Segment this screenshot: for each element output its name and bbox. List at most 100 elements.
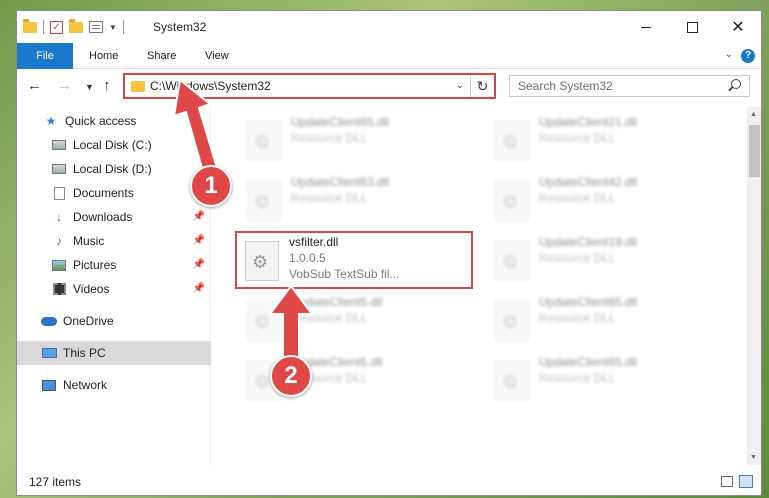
- toolbar-divider: [122, 20, 124, 34]
- explorer-window: ✓ ▼ System32 ✕ File Home Share View ⌄ ? …: [16, 10, 762, 496]
- file-description: VobSub TextSub fil...: [289, 267, 400, 281]
- sidebar-item-label: OneDrive: [63, 314, 114, 328]
- file-version: 1.0.0.5: [289, 251, 326, 265]
- minimize-button[interactable]: [623, 11, 669, 43]
- file-type: Resource DLL: [539, 371, 616, 385]
- up-arrow-icon[interactable]: ↑: [103, 77, 111, 94]
- drive-icon: [52, 140, 66, 150]
- refresh-icon[interactable]: ↻: [470, 75, 494, 97]
- dll-file-icon: [495, 241, 529, 281]
- onedrive-icon: [41, 316, 57, 326]
- sidebar-item-music[interactable]: ♪ Music 📌: [17, 229, 211, 253]
- sidebar-item-label: Local Disk (D:): [73, 162, 152, 176]
- file-type: Resource DLL: [539, 251, 616, 265]
- file-name: vsfilter.dll: [289, 235, 339, 249]
- sidebar-item-this-pc[interactable]: This PC: [17, 341, 211, 365]
- dll-file-icon: [247, 121, 281, 161]
- file-name: UpdateClient63.dll: [291, 175, 390, 189]
- file-type: Resource DLL: [539, 311, 616, 325]
- sidebar-item-videos[interactable]: Videos 📌: [17, 277, 211, 301]
- file-name: UpdateClient65.dll: [539, 355, 638, 369]
- this-pc-icon: [41, 348, 57, 358]
- music-icon: ♪: [56, 234, 62, 248]
- dll-file-icon: [247, 181, 281, 221]
- file-name: UpdateClient42.dll: [539, 175, 638, 189]
- tab-view[interactable]: View: [195, 43, 239, 69]
- sidebar-item-label: Documents: [73, 186, 134, 200]
- folder-icon: [23, 18, 37, 33]
- file-type: Resource DLL: [539, 191, 616, 205]
- downloads-icon: ↓: [56, 210, 62, 224]
- sidebar-item-label: Videos: [73, 282, 110, 296]
- new-folder-icon[interactable]: [69, 18, 83, 33]
- vertical-scrollbar[interactable]: ▲ ▼: [747, 107, 761, 465]
- scroll-down-arrow-icon[interactable]: ▼: [750, 454, 757, 461]
- dll-file-icon: [495, 361, 529, 401]
- address-dropdown-chevron-icon[interactable]: ⌄: [456, 80, 464, 91]
- videos-icon: [52, 283, 66, 295]
- dll-file-icon: [245, 241, 279, 281]
- star-icon: ★: [45, 114, 57, 128]
- dll-file-icon: [495, 301, 529, 341]
- toolbar-divider: [43, 20, 44, 34]
- sidebar-item-label: Local Disk (C:): [73, 138, 152, 152]
- scroll-up-arrow-icon[interactable]: ▲: [750, 111, 757, 118]
- status-bar: 127 items: [17, 466, 761, 495]
- step-1-badge: 1: [190, 165, 232, 207]
- pictures-icon: [52, 259, 66, 271]
- sidebar-item-network[interactable]: Network: [17, 373, 211, 397]
- step-2-badge: 2: [270, 355, 312, 397]
- expand-ribbon-chevron-icon[interactable]: ⌄: [725, 49, 733, 60]
- file-name: UpdateClient19.dll: [539, 235, 638, 249]
- file-item[interactable]: UpdateClient19.dll Resource DLL: [487, 233, 725, 285]
- pin-icon[interactable]: 📌: [193, 211, 205, 222]
- sidebar-item-downloads[interactable]: ↓ Downloads 📌: [17, 205, 211, 229]
- quick-access-toolbar: ✓ ▼: [23, 18, 124, 36]
- details-view-icon[interactable]: [721, 476, 733, 487]
- file-item[interactable]: UpdateClient65.dll Resource DLL: [487, 353, 725, 405]
- file-item-vsfilter[interactable]: vsfilter.dll 1.0.0.5 VobSub TextSub fil.…: [235, 231, 473, 289]
- ribbon-tabs: File Home Share View ⌄ ?: [17, 43, 761, 69]
- file-type: Resource DLL: [291, 191, 368, 205]
- search-input[interactable]: Search System32: [518, 79, 613, 93]
- network-icon: [42, 379, 56, 391]
- folder-icon: [131, 81, 145, 92]
- pin-icon[interactable]: 📌: [193, 283, 205, 294]
- dll-file-icon: [495, 121, 529, 161]
- file-item[interactable]: UpdateClient21.dll Resource DLL: [487, 113, 725, 165]
- forward-arrow-icon[interactable]: →: [57, 77, 72, 94]
- file-name: UpdateClient65.dll: [291, 115, 390, 129]
- properties-icon[interactable]: [89, 21, 103, 33]
- sidebar-item-label: Downloads: [73, 210, 133, 224]
- sidebar-item-pictures[interactable]: Pictures 📌: [17, 253, 211, 277]
- dll-file-icon: [495, 181, 529, 221]
- search-box[interactable]: Search System32: [509, 75, 750, 97]
- file-name: UpdateClient65.dll: [539, 295, 638, 309]
- file-item[interactable]: UpdateClient65.dll Resource DLL: [487, 293, 725, 345]
- search-icon[interactable]: [731, 79, 741, 89]
- title-bar: ✓ ▼ System32 ✕: [17, 11, 761, 43]
- properties-check-icon[interactable]: ✓: [50, 20, 63, 34]
- close-button[interactable]: ✕: [715, 11, 761, 43]
- file-type: Resource DLL: [539, 131, 616, 145]
- navigation-bar: ← → ▼ ↑ C:\Windows\System32 ⌄ ↻ Search S…: [17, 69, 761, 103]
- recent-locations-chevron-icon[interactable]: ▼: [85, 82, 94, 92]
- file-item[interactable]: UpdateClient42.dll Resource DLL: [487, 173, 725, 225]
- sidebar-item-onedrive[interactable]: OneDrive: [17, 309, 211, 333]
- maximize-button[interactable]: [669, 11, 715, 43]
- scrollbar-thumb[interactable]: [749, 125, 760, 177]
- file-item[interactable]: UpdateClient65.dll Resource DLL: [239, 113, 477, 165]
- help-icon[interactable]: ?: [741, 49, 755, 63]
- tab-home[interactable]: Home: [79, 43, 128, 69]
- customize-toolbar-chevron-icon[interactable]: ▼: [109, 23, 117, 32]
- tab-share[interactable]: Share: [137, 43, 186, 69]
- file-type: Resource DLL: [291, 131, 368, 145]
- back-arrow-icon[interactable]: ←: [27, 77, 42, 94]
- pin-icon[interactable]: 📌: [193, 259, 205, 270]
- tiles-view-icon[interactable]: [739, 475, 753, 488]
- sidebar-item-label: Pictures: [73, 258, 117, 272]
- tab-file[interactable]: File: [17, 43, 73, 69]
- sidebar-item-label: Quick access: [65, 114, 137, 128]
- file-item[interactable]: UpdateClient63.dll Resource DLL: [239, 173, 477, 225]
- pin-icon[interactable]: 📌: [193, 235, 205, 246]
